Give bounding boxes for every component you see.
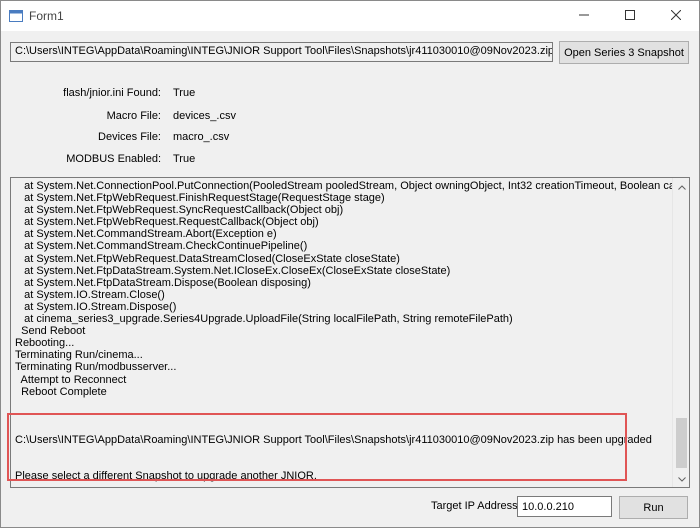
log-line: at System.Net.FtpWebRequest.FinishReques… bbox=[15, 192, 385, 205]
log-line: at System.Net.FtpWebRequest.SyncRequestC… bbox=[15, 204, 344, 217]
log-line: at System.Net.CommandStream.Abort(Except… bbox=[15, 228, 277, 241]
target-ip-label: Target IP Address bbox=[431, 500, 518, 512]
scroll-down-button[interactable] bbox=[673, 470, 689, 487]
log-line: Send Reboot bbox=[15, 325, 86, 338]
close-icon bbox=[670, 9, 682, 23]
log-line: Reboot Complete bbox=[15, 385, 107, 398]
log-line: at System.Net.FtpWebRequest.RequestCallb… bbox=[15, 216, 319, 229]
devices-file-label: Devices File: bbox=[98, 131, 161, 143]
macro-file-value: devices_.csv bbox=[173, 110, 236, 122]
highlight-annotation-box bbox=[7, 413, 627, 481]
jnior-ini-value: True bbox=[173, 87, 196, 99]
modbus-enabled-label: MODBUS Enabled: bbox=[66, 153, 161, 165]
jnior-ini-label: flash/jnior.ini Found: bbox=[63, 87, 161, 99]
log-line: at System.Net.FtpWebRequest.DataStreamCl… bbox=[15, 252, 400, 265]
scroll-thumb[interactable] bbox=[676, 418, 687, 468]
chevron-down-icon bbox=[677, 473, 686, 485]
log-line: Terminating Run/cinema... bbox=[15, 349, 143, 362]
app-icon bbox=[9, 9, 23, 23]
main-window: Form1 C:\Users\INTEG\AppData\Roaming\INT… bbox=[0, 0, 700, 528]
chevron-up-icon bbox=[677, 181, 686, 193]
log-line: Attempt to Reconnect bbox=[15, 373, 127, 386]
log-scrollbar[interactable] bbox=[672, 178, 689, 487]
maximize-button[interactable] bbox=[607, 1, 653, 31]
log-line: at System.IO.Stream.Dispose() bbox=[15, 300, 177, 313]
devices-file-value: macro_.csv bbox=[173, 131, 230, 143]
macro-file-label: Macro File: bbox=[106, 110, 161, 122]
modbus-enabled-value: True bbox=[173, 153, 196, 165]
log-line: at System.Net.CommandStream.CheckContinu… bbox=[15, 240, 308, 253]
log-line: at cinema_series3_upgrade.Series4Upgrade… bbox=[15, 313, 513, 326]
log-line: at System.IO.Stream.Close() bbox=[15, 288, 165, 301]
open-snapshot-button[interactable]: Open Series 3 Snapshot bbox=[559, 41, 689, 64]
run-button[interactable]: Run bbox=[619, 496, 688, 519]
window-title: Form1 bbox=[29, 9, 64, 23]
title-bar: Form1 bbox=[1, 1, 699, 31]
log-line: Rebooting... bbox=[15, 337, 75, 350]
log-line: at System.Net.FtpDataStream.System.Net.I… bbox=[15, 264, 451, 277]
minimize-button[interactable] bbox=[561, 1, 607, 31]
log-line: at System.Net.ConnectionPool.PutConnecti… bbox=[15, 180, 690, 192]
maximize-icon bbox=[625, 9, 635, 23]
log-line: at System.Net.FtpDataStream.Dispose(Bool… bbox=[15, 276, 311, 289]
minimize-icon bbox=[579, 10, 589, 23]
log-line: Terminating Run/modbusserver... bbox=[15, 361, 177, 374]
close-button[interactable] bbox=[653, 1, 699, 31]
scroll-up-button[interactable] bbox=[673, 178, 689, 195]
snapshot-path-field[interactable]: C:\Users\INTEG\AppData\Roaming\INTEG\JNI… bbox=[10, 42, 553, 62]
target-ip-input[interactable] bbox=[517, 496, 612, 517]
